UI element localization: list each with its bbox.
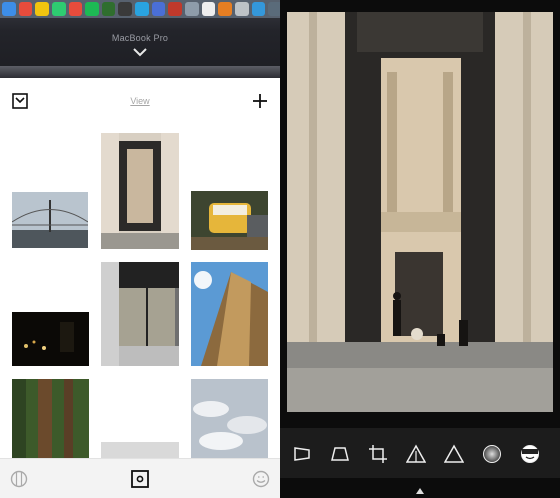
edit-toolbar [280, 428, 560, 478]
vignette-icon[interactable] [482, 444, 502, 464]
forest-photo[interactable] [12, 379, 89, 458]
bottom-tab-bar [0, 458, 280, 498]
filters-icon[interactable] [10, 470, 28, 488]
macbook-screen: MacBook Pro [0, 0, 280, 78]
view-link[interactable]: View [120, 96, 160, 106]
night-photo[interactable] [12, 312, 89, 366]
skyscraper-photo[interactable] [191, 262, 268, 366]
inbox-icon[interactable] [12, 93, 28, 109]
macbook-label: MacBook Pro [111, 33, 169, 43]
perspective-icon[interactable] [292, 444, 312, 464]
gallery-screen: MacBook Pro View [0, 0, 280, 498]
face-icon[interactable] [520, 444, 540, 464]
face-icon[interactable] [252, 470, 270, 488]
bezel [0, 66, 280, 78]
clouds-photo[interactable] [191, 379, 268, 458]
triangle-icon[interactable] [444, 444, 464, 464]
van-photo[interactable] [191, 191, 268, 250]
caret-up-icon [416, 488, 424, 494]
dock [0, 0, 280, 18]
sky-photo[interactable] [101, 442, 179, 458]
window-photo[interactable] [101, 262, 179, 366]
courtyard-photo[interactable] [101, 133, 179, 249]
edit-photo[interactable] [287, 12, 553, 412]
chevron-down-icon[interactable] [132, 46, 148, 58]
crop-icon[interactable] [368, 444, 388, 464]
bridge-photo[interactable] [12, 192, 88, 248]
adjust-icon[interactable] [406, 444, 426, 464]
plus-icon[interactable] [251, 92, 269, 110]
studio-icon[interactable] [131, 470, 149, 488]
skew-icon[interactable] [330, 444, 350, 464]
